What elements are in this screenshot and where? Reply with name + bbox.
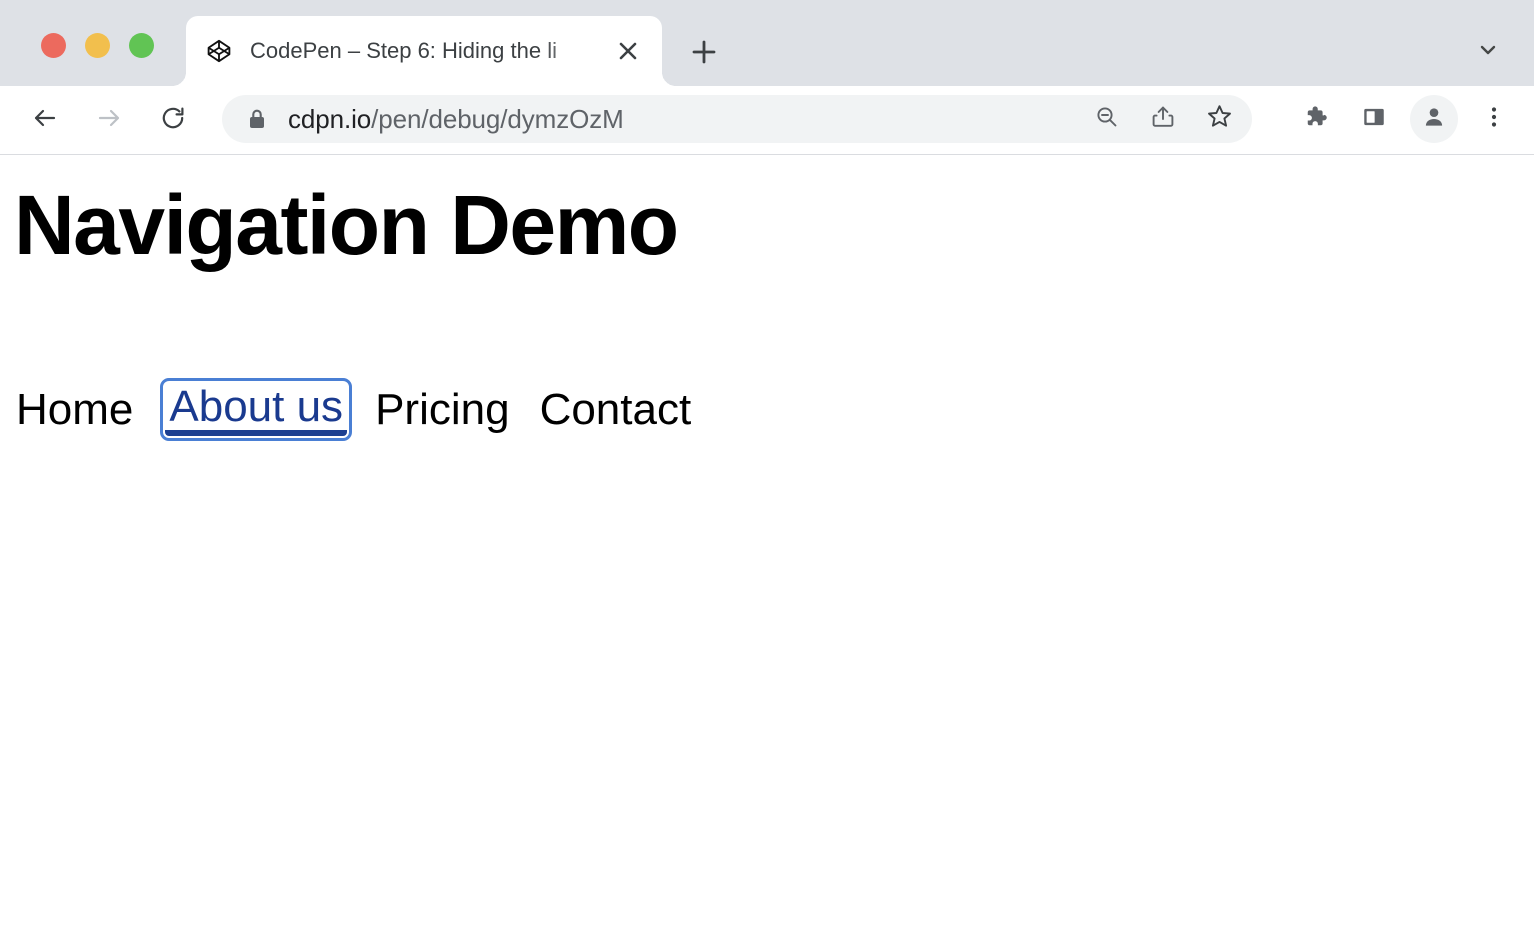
lock-icon: [246, 107, 268, 131]
chevron-down-icon: [1477, 39, 1499, 66]
tab-list-button[interactable]: [1468, 32, 1508, 72]
side-panel-icon: [1361, 104, 1387, 135]
forward-button: [86, 97, 132, 143]
back-button[interactable]: [22, 97, 68, 143]
zoom-out-icon: [1094, 104, 1120, 135]
forward-arrow-icon: [95, 104, 123, 137]
back-arrow-icon: [31, 104, 59, 137]
window-controls: [41, 33, 154, 58]
nav-link-pricing[interactable]: Pricing: [371, 386, 514, 434]
nav-link-about-us[interactable]: About us: [165, 383, 347, 436]
browser-tab[interactable]: CodePen – Step 6: Hiding the li: [186, 16, 662, 86]
browser-toolbar: cdpn.io/pen/debug/dymzOzM: [0, 86, 1534, 155]
page-title: Navigation Demo: [14, 181, 678, 269]
close-tab-button[interactable]: [608, 31, 648, 71]
avatar-icon: [1421, 104, 1447, 135]
url-domain: cdpn.io: [288, 104, 371, 134]
url-path: /pen/debug/dymzOzM: [371, 104, 624, 134]
toolbar-right-actions: [1278, 95, 1518, 143]
reload-button[interactable]: [150, 97, 196, 143]
extensions-button[interactable]: [1290, 95, 1338, 143]
codepen-icon: [206, 38, 232, 64]
address-bar[interactable]: cdpn.io/pen/debug/dymzOzM: [222, 95, 1252, 143]
maximize-window-button[interactable]: [129, 33, 154, 58]
browser-window: CodePen – Step 6: Hiding the li: [0, 0, 1534, 950]
close-window-button[interactable]: [41, 33, 66, 58]
url-text: cdpn.io/pen/debug/dymzOzM: [288, 104, 1074, 135]
site-navigation: Home About us Pricing Contact: [0, 383, 717, 436]
zoom-out-button[interactable]: [1084, 96, 1130, 142]
reload-icon: [159, 104, 187, 137]
three-dot-menu-icon: [1483, 104, 1505, 135]
bookmark-button[interactable]: [1196, 96, 1242, 142]
side-panel-button[interactable]: [1350, 95, 1398, 143]
new-tab-button[interactable]: [682, 30, 726, 74]
puzzle-piece-icon: [1301, 103, 1328, 135]
profile-button[interactable]: [1410, 95, 1458, 143]
nav-link-home[interactable]: Home: [12, 386, 137, 434]
share-icon: [1150, 104, 1176, 135]
page-content: Navigation Demo Home About us Pricing Co…: [0, 155, 1534, 950]
minimize-window-button[interactable]: [85, 33, 110, 58]
nav-link-contact[interactable]: Contact: [536, 386, 696, 434]
star-icon: [1206, 103, 1233, 135]
share-button[interactable]: [1140, 96, 1186, 142]
tab-strip: CodePen – Step 6: Hiding the li: [0, 0, 1534, 86]
browser-menu-button[interactable]: [1470, 95, 1518, 143]
tab-title: CodePen – Step 6: Hiding the li: [250, 38, 608, 64]
